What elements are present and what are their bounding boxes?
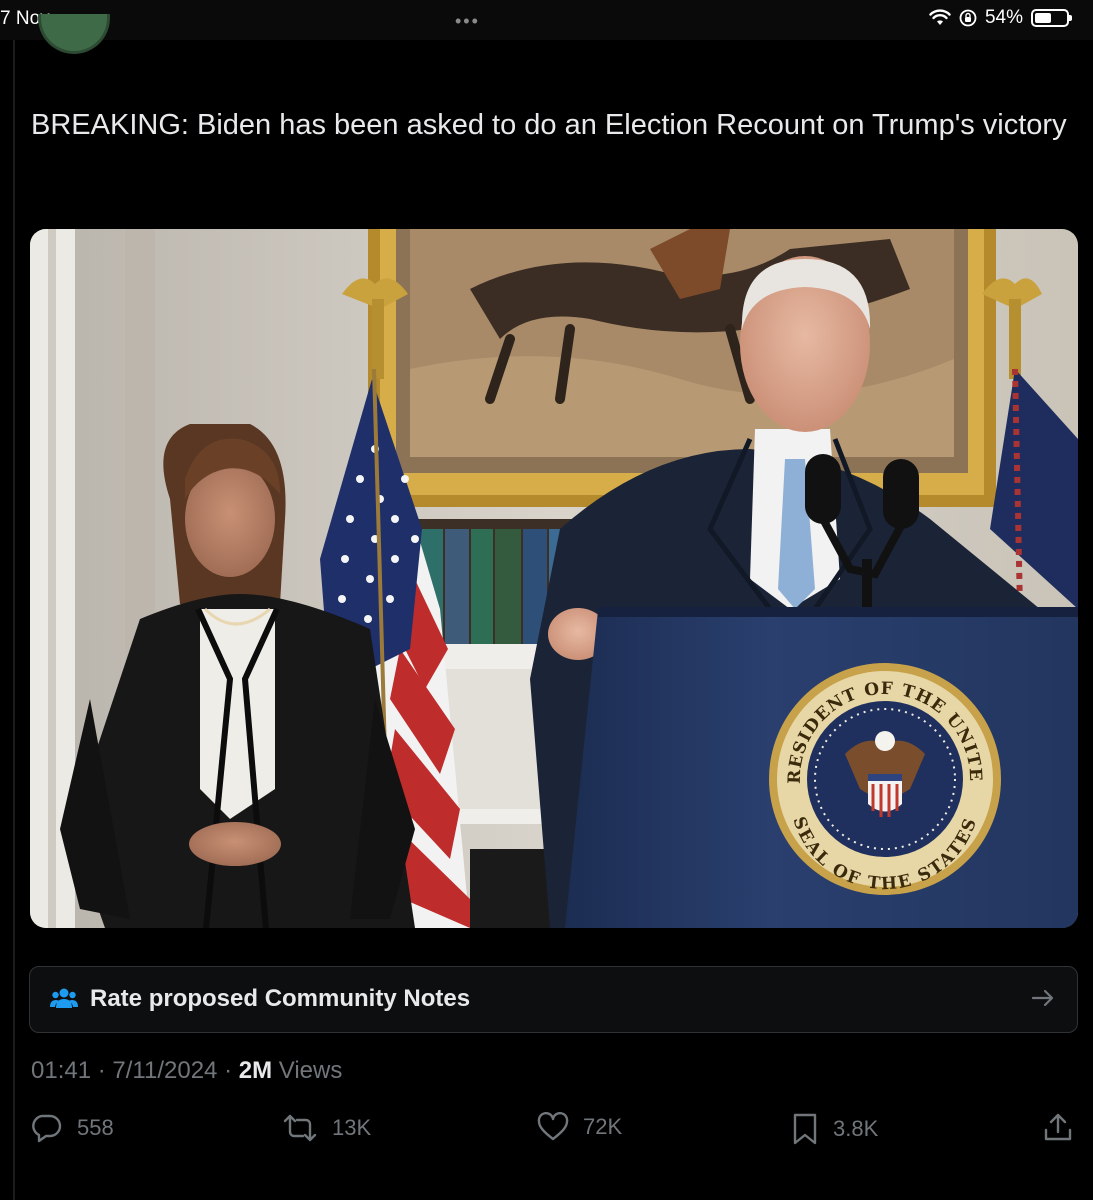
repost-icon [283,1114,317,1142]
like-count: 72K [583,1114,623,1139]
post-meta: 01:41 · 7/11/2024 · 2M Views [31,1057,342,1085]
reply-count: 558 [77,1115,114,1140]
battery-percent: 54% [984,7,1023,28]
status-indicators: 54% [929,7,1072,29]
share-icon [1044,1113,1072,1141]
people-icon [50,987,78,1014]
post-detail-screen: 7 Nov ••• 54% BREAKING: Biden has been a… [0,0,1093,1200]
author-avatar[interactable] [38,14,110,54]
status-bar: 7 Nov ••• 54% [0,0,1093,40]
post-photo[interactable]: PRESIDENT OF THE UNITED SEAL OF THE STAT… [30,229,1078,928]
repost-count: 13K [332,1115,372,1140]
community-notes-button[interactable]: Rate proposed Community Notes [29,966,1078,1033]
post-text: BREAKING: Biden has been asked to do an … [31,109,1067,141]
community-notes-label: Rate proposed Community Notes [90,985,471,1012]
battery-level [1035,13,1052,23]
battery-icon [1031,9,1072,27]
wifi-icon [929,9,951,25]
like-button[interactable]: 72K [537,1112,622,1142]
bookmark-count: 3.8K [833,1116,879,1141]
views-label: Views [278,1057,343,1084]
heart-icon [537,1112,569,1141]
reply-icon [32,1114,62,1143]
views-count: 2M [238,1057,273,1084]
post-date[interactable]: 7/11/2024 [112,1057,217,1084]
bookmark-button[interactable]: 3.8K [791,1112,878,1146]
orientation-lock-icon [959,9,977,27]
arrow-right-icon [1031,986,1055,1015]
meta-separator: · [97,1057,113,1084]
reply-button[interactable]: 558 [31,1112,114,1144]
meta-separator: · [224,1057,239,1084]
bookmark-icon [793,1113,817,1145]
post-time[interactable]: 01:41 [31,1057,91,1084]
split-view-divider [13,40,15,1200]
multitask-dots-icon[interactable]: ••• [455,11,480,32]
repost-button[interactable]: 13K [282,1112,371,1144]
share-button[interactable] [1042,1112,1074,1144]
action-bar: 558 13K 72K 3.8K [0,1112,1093,1162]
